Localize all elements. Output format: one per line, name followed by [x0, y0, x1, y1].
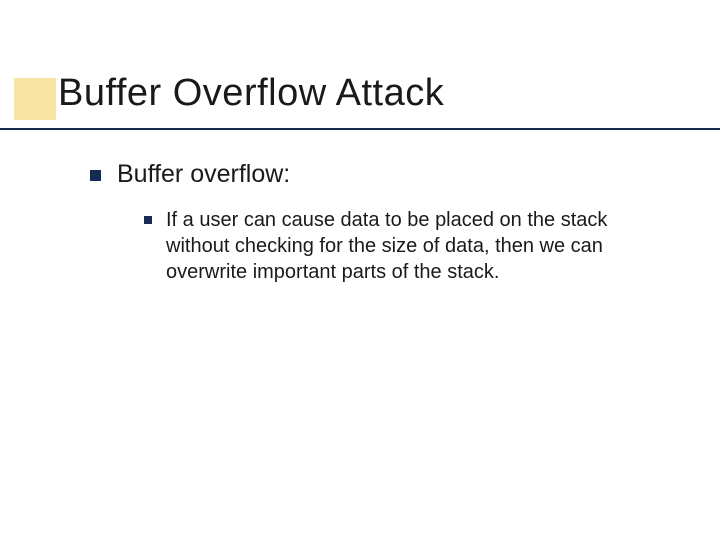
slide-title: Buffer Overflow Attack: [58, 72, 444, 115]
square-bullet-icon: [144, 216, 152, 224]
list-item: If a user can cause data to be placed on…: [144, 207, 660, 285]
square-bullet-icon: [90, 170, 101, 181]
content-area: Buffer overflow: If a user can cause dat…: [90, 160, 660, 285]
list-item: Buffer overflow:: [90, 160, 660, 189]
bullet-text-lvl1: Buffer overflow:: [117, 160, 290, 189]
slide: Buffer Overflow Attack Buffer overflow: …: [0, 0, 720, 540]
bullet-text-lvl2: If a user can cause data to be placed on…: [166, 207, 640, 285]
title-accent-box: [14, 78, 56, 120]
title-underline: [0, 128, 720, 130]
